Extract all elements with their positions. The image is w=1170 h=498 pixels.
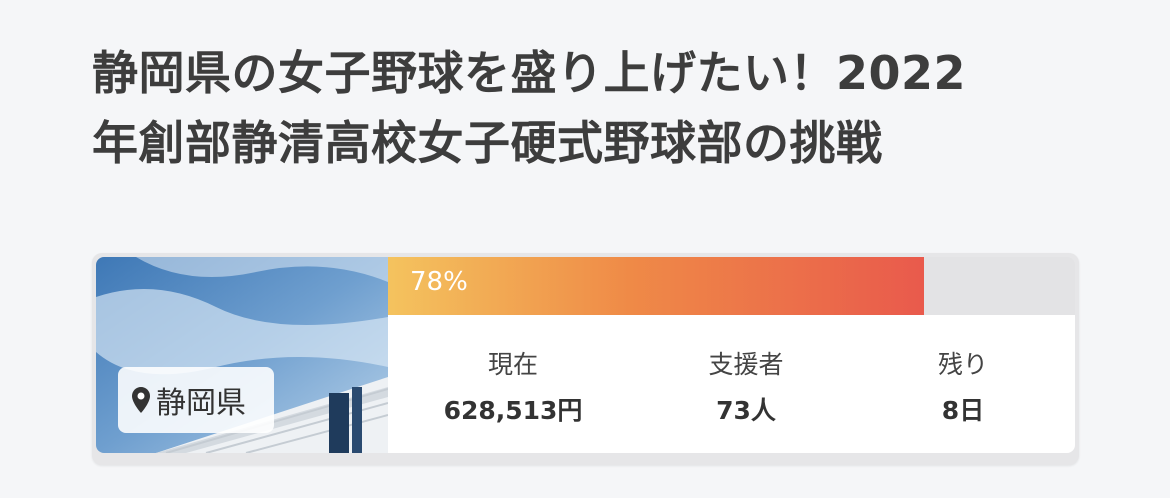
stat-remaining: 残り 8日 — [898, 345, 1028, 427]
funding-progress-bar: 78% — [388, 257, 1075, 315]
stat-remaining-value: 8日 — [941, 396, 985, 425]
stat-remaining-label: 残り — [937, 350, 988, 379]
location-label: 静岡県 — [156, 386, 246, 421]
page-title: 静岡県の女子野球を盛り上げたい！2022 年創部静清高校女子硬式野球部の挑戦 — [92, 38, 1092, 178]
map-pin-icon — [132, 387, 150, 413]
stat-current-label: 現在 — [487, 350, 538, 379]
title-line-2: 年創部静清高校女子硬式野球部の挑戦 — [92, 116, 883, 170]
stats-panel: 現在 628,513円 支援者 73人 残り 8日 — [388, 315, 1075, 453]
stat-current: 現在 628,513円 — [428, 345, 598, 427]
project-thumbnail[interactable]: 静岡県 — [96, 257, 388, 453]
stat-supporters-value: 73人 — [716, 396, 776, 425]
stat-supporters: 支援者 73人 — [666, 345, 826, 427]
project-summary: 78% 現在 628,513円 支援者 73人 残り 8日 — [388, 257, 1075, 453]
stat-supporters-label: 支援者 — [708, 350, 784, 379]
progress-percent: 78% — [410, 267, 468, 297]
title-line-1: 静岡県の女子野球を盛り上げたい！2022 — [92, 46, 967, 100]
location-badge: 静岡県 — [118, 367, 274, 433]
project-card[interactable]: 静岡県 78% 現在 628,513円 支援者 73人 残り 8日 — [92, 253, 1079, 465]
progress-fill — [388, 257, 924, 315]
stat-current-value: 628,513円 — [443, 396, 583, 425]
